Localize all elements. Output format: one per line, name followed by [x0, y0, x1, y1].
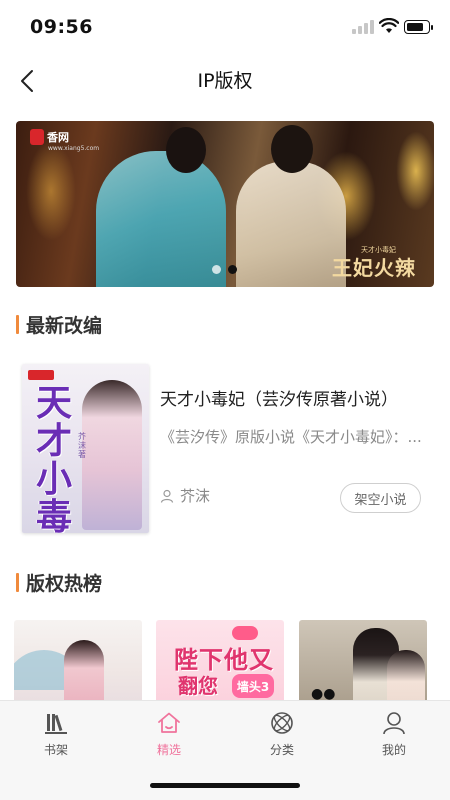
home-indicator[interactable]: [150, 783, 300, 788]
cover-badge: [232, 626, 258, 640]
section-accent-bar: [16, 315, 19, 334]
cover-author: 芥沫著: [78, 432, 86, 459]
carousel-dot-2[interactable]: [228, 265, 237, 274]
xiangwang-logo-icon: [30, 129, 44, 145]
carousel-dot-1[interactable]: [212, 265, 221, 274]
home-icon: [155, 709, 183, 737]
banner-figure-man: [236, 161, 346, 287]
section-hot-header: 版权热榜: [16, 569, 102, 596]
wifi-icon: [379, 18, 399, 33]
genre-tag[interactable]: 架空小说: [340, 483, 421, 513]
book-title[interactable]: 天才小毒妃（芸汐传原著小说）: [160, 385, 440, 410]
cover-title: 天才小毒妃: [36, 382, 73, 533]
banner-logo-url: www.xiang5.com: [48, 145, 100, 152]
book-description: 《芸汐传》原版小说《天才小毒妃》：...: [160, 428, 422, 446]
category-icon: [268, 709, 296, 737]
page-title: IP版权: [197, 70, 253, 92]
cover-figure: [82, 380, 142, 530]
user-icon: [160, 489, 174, 503]
carousel-indicator: [212, 265, 237, 274]
tab-category-label: 分类: [269, 743, 294, 757]
tab-profile-label: 我的: [381, 743, 406, 757]
banner-carousel[interactable]: 香网 www.xiang5.com 天才小毒妃 王妃火辣: [16, 121, 434, 287]
tab-featured-label: 精选: [156, 743, 181, 757]
status-bar: 09:56: [0, 0, 450, 56]
tab-profile[interactable]: 我的: [359, 709, 429, 758]
section-accent-bar: [16, 573, 19, 592]
section-hot-title: 版权热榜: [26, 573, 103, 595]
tab-category[interactable]: 分类: [247, 709, 317, 758]
cellular-signal-icon: [352, 20, 374, 34]
hot-book-cover-2[interactable]: 陛下他又 翻您 墙头3: [156, 620, 284, 710]
book-author: 芥沫: [180, 487, 211, 505]
tab-bookshelf[interactable]: 书架: [21, 709, 91, 758]
banner-stamp-title: 王妃火辣: [332, 256, 416, 280]
cover-logo-icon: [28, 370, 54, 380]
section-latest-title: 最新改编: [26, 315, 103, 337]
status-time: 09:56: [30, 16, 93, 38]
battery-icon: [404, 20, 433, 34]
section-latest-header: 最新改编: [16, 311, 102, 338]
book-author-row: 芥沫: [160, 485, 210, 506]
hot-book-cover-1[interactable]: [14, 620, 142, 710]
cover-title-line2: 翻您: [178, 674, 218, 698]
banner-logo: 香网: [30, 129, 69, 145]
cover-title-badge: 墙头3: [232, 674, 274, 698]
tab-featured[interactable]: 精选: [134, 709, 204, 758]
book-cover[interactable]: 天才小毒妃 芥沫著: [22, 364, 149, 533]
hot-book-cover-3[interactable]: ●●: [299, 620, 427, 710]
banner-figure-woman: [96, 151, 226, 287]
tab-bookshelf-label: 书架: [43, 743, 68, 757]
bookshelf-icon: [42, 709, 70, 737]
profile-icon: [380, 709, 408, 737]
